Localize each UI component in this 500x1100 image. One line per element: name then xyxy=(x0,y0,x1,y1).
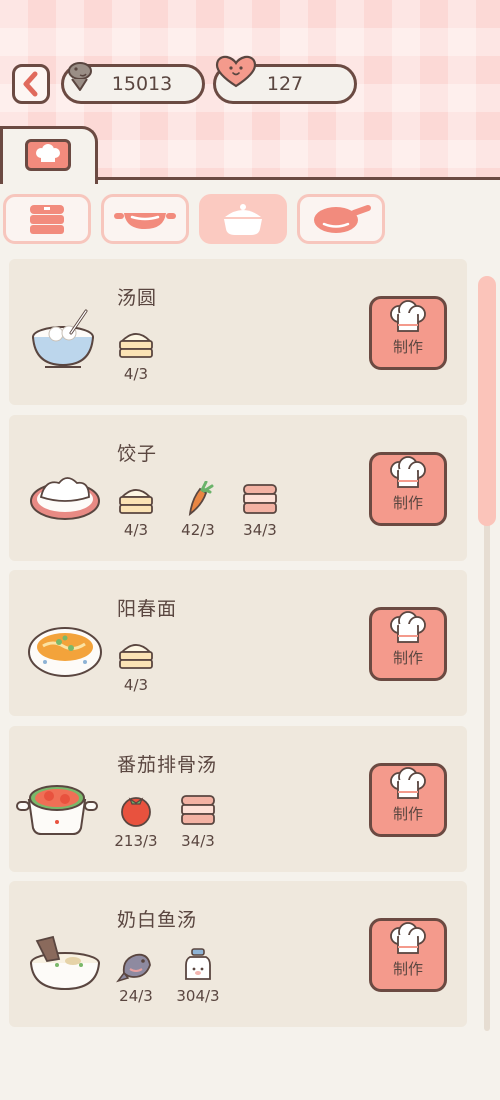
wok-icon xyxy=(114,213,176,229)
make-button[interactable]: 制作 xyxy=(369,452,447,526)
recipe-card: 饺子 4/3 42/3 34/3 制作 xyxy=(9,415,467,561)
recipe-card: 奶白鱼汤 24/3 304/3 制作 xyxy=(9,881,467,1027)
recipe-card: 汤圆 4/3 制作 xyxy=(9,259,467,405)
heart-currency: 127 xyxy=(213,55,357,104)
make-button[interactable]: 制作 xyxy=(369,763,447,837)
make-button[interactable]: 制作 xyxy=(369,607,447,681)
meat-icon xyxy=(243,484,277,514)
category-pot[interactable] xyxy=(199,194,287,244)
fish-count: 15013 xyxy=(111,73,173,95)
fish-icon xyxy=(116,953,151,983)
chef-hat-icon xyxy=(36,144,60,162)
ingredient: 4/3 xyxy=(106,481,166,539)
ingredient-count: 34/3 xyxy=(181,832,215,850)
ingredient: 24/3 xyxy=(106,947,166,1005)
recipe-card: 阳春面 4/3 制作 xyxy=(9,570,467,716)
chef-hat-icon xyxy=(390,611,426,643)
ingredient: 4/3 xyxy=(106,636,166,694)
ingredient-count: 4/3 xyxy=(123,365,149,383)
ingredient-count: 24/3 xyxy=(119,987,153,1005)
ingredient-count: 42/3 xyxy=(181,521,215,539)
ingredient: 42/3 xyxy=(168,481,228,539)
dish-name: 奶白鱼汤 xyxy=(117,909,198,931)
steamed-bun-icon xyxy=(119,644,153,669)
recipe-book-icon xyxy=(25,139,71,171)
carrot-icon xyxy=(188,481,214,517)
chef-hat-icon xyxy=(390,922,426,954)
chef-hat-icon xyxy=(390,767,426,799)
dish-name: 汤圆 xyxy=(117,287,158,309)
dish-name: 阳春面 xyxy=(117,598,178,620)
scrollbar-thumb[interactable] xyxy=(478,276,496,526)
ingredient: 213/3 xyxy=(106,792,166,850)
make-label: 制作 xyxy=(392,649,423,667)
ingredient: 4/3 xyxy=(106,325,166,383)
tomato-icon xyxy=(121,797,151,827)
dish-name: 番茄排骨汤 xyxy=(117,754,218,776)
category-frying-pan[interactable] xyxy=(297,194,385,244)
ingredient-count: 4/3 xyxy=(123,676,149,694)
milk-bottle-icon xyxy=(185,948,211,980)
steamer-icon xyxy=(30,205,64,234)
ingredient-count: 213/3 xyxy=(114,832,158,850)
ingredient: 34/3 xyxy=(230,481,290,539)
tomato-soup-pot-icon xyxy=(16,785,98,835)
frying-pan-icon xyxy=(314,205,371,233)
make-label: 制作 xyxy=(392,338,423,356)
ingredient-count: 34/3 xyxy=(243,521,277,539)
heart-face-icon xyxy=(215,55,257,88)
heart-count: 127 xyxy=(266,73,304,95)
dumpling-plate-icon xyxy=(30,477,100,520)
dish-name: 饺子 xyxy=(117,443,158,465)
category-wok[interactable] xyxy=(101,194,189,244)
fish-soup-bowl-icon xyxy=(30,935,100,991)
chef-hat-icon xyxy=(390,300,426,332)
category-steamer[interactable] xyxy=(3,194,91,244)
steamed-bun-icon xyxy=(119,333,153,358)
make-button[interactable]: 制作 xyxy=(369,296,447,370)
pot-icon xyxy=(224,204,262,235)
make-label: 制作 xyxy=(392,805,423,823)
chef-hat-icon xyxy=(390,456,426,488)
back-button[interactable] xyxy=(12,64,50,104)
noodle-bowl-icon xyxy=(28,627,102,677)
make-label: 制作 xyxy=(392,960,423,978)
ingredient: 34/3 xyxy=(168,792,228,850)
meat-icon xyxy=(181,795,215,825)
fish-currency: 15013 xyxy=(61,62,205,104)
chevron-left-icon xyxy=(23,71,38,97)
ingredient-count: 304/3 xyxy=(176,987,220,1005)
tab-recipes[interactable] xyxy=(0,126,98,184)
make-button[interactable]: 制作 xyxy=(369,918,447,992)
fish-icon xyxy=(68,62,92,91)
recipe-card: 番茄排骨汤 213/3 34/3 制作 xyxy=(9,726,467,872)
make-label: 制作 xyxy=(392,494,423,512)
ingredient: 304/3 xyxy=(168,947,228,1005)
steamed-bun-icon xyxy=(119,489,153,514)
ingredient-count: 4/3 xyxy=(123,521,149,539)
tangyuan-bowl-icon xyxy=(32,309,94,368)
